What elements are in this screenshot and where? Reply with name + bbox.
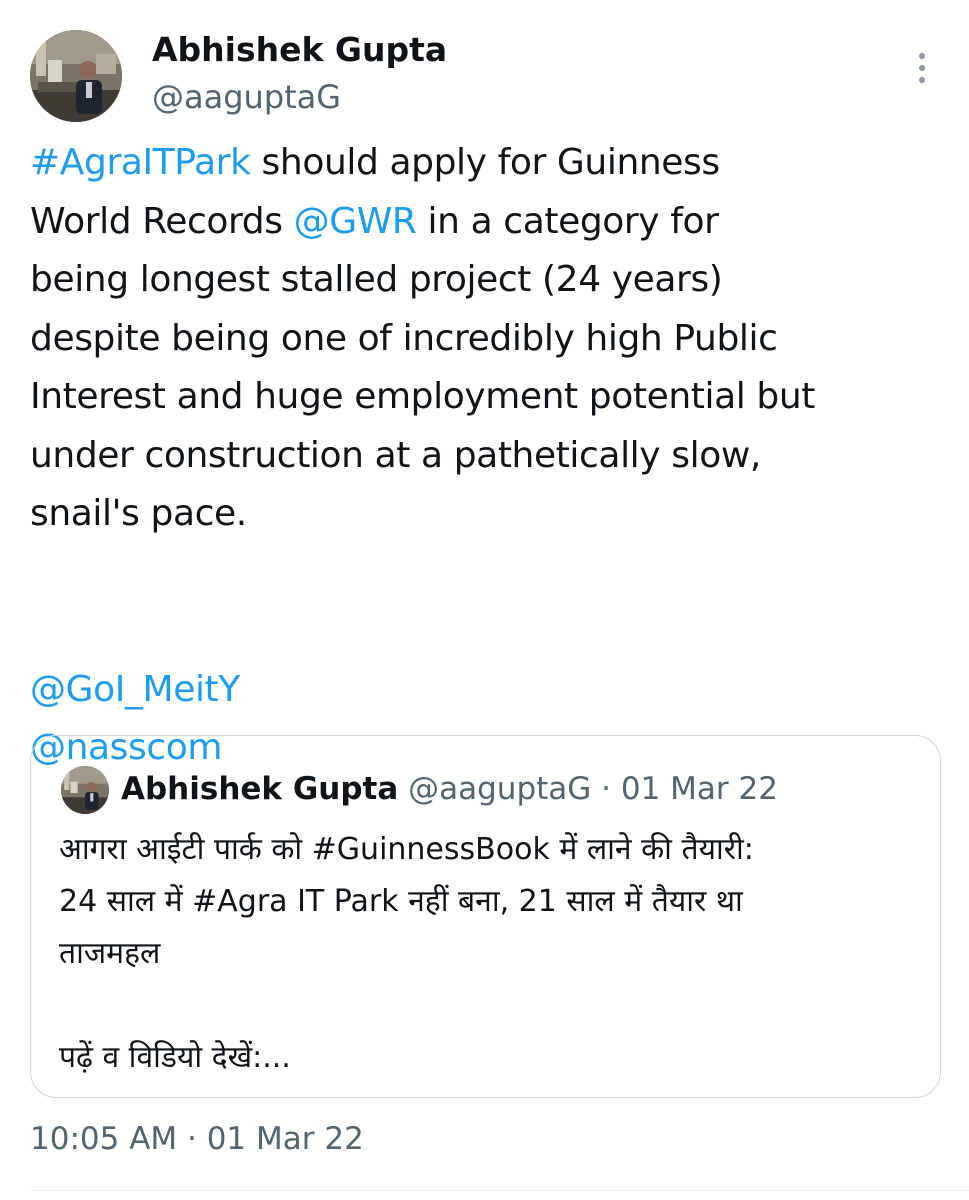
author-handle[interactable]: @aaguptaG	[152, 76, 341, 118]
tweet-text-line: Interest and huge employment potential b…	[30, 368, 950, 427]
tweet-text: #AgraITPark should apply for Guinness Wor…	[30, 134, 950, 778]
quoted-text-read-more: पढ़ें व विडियो देखें:...	[59, 1040, 291, 1075]
more-vertical-icon[interactable]	[908, 48, 936, 88]
quoted-text-line: ताजमहल	[59, 936, 161, 971]
tweet-text-segment: snail's pace.	[30, 493, 247, 534]
more-dot	[919, 77, 925, 83]
more-dot	[919, 65, 925, 71]
hashtag-link[interactable]: #AgraITPark	[30, 142, 251, 183]
tweet: Abhishek Gupta @aaguptaG #AgraITPark sho…	[0, 0, 969, 1200]
tweet-text-line: despite being one of incredibly high Pub…	[30, 310, 950, 369]
avatar-photo	[61, 766, 109, 814]
tweet-text-line: #AgraITPark should apply for Guinness	[30, 134, 950, 193]
tweet-text-segment: under construction at a pathetically slo…	[30, 434, 761, 476]
quoted-text-line: 24 साल में #Agra IT Park नहीं बना, 21 सा…	[59, 884, 743, 919]
tweet-text-segment: in a category for	[416, 200, 719, 242]
divider	[30, 1190, 969, 1191]
tweet-timestamp[interactable]: 10:05 AM · 01 Mar 22	[30, 1118, 364, 1160]
author-name[interactable]: Abhishek Gupta	[152, 28, 447, 72]
tweet-text-segment: Interest and huge employment potential b…	[30, 376, 815, 417]
author-avatar[interactable]	[30, 30, 122, 122]
quoted-tweet-header: Abhishek Gupta @aaguptaG · 01 Mar 22	[121, 768, 778, 810]
quoted-author-handle: @aaguptaG	[408, 771, 591, 807]
quoted-text-line: आगरा आईटी पार्क को #GuinnessBook में लान…	[59, 832, 754, 867]
mention-link[interactable]: @GoI_MeitY	[30, 661, 950, 720]
quoted-tweet-card[interactable]: Abhishek Gupta @aaguptaG · 01 Mar 22 आगर…	[30, 735, 941, 1098]
mention-link[interactable]: @GWR	[294, 201, 417, 242]
tweet-text-segment: despite being one of incredibly high Pub…	[30, 317, 778, 359]
tweet-text-segment: should apply for Guinness	[250, 142, 721, 183]
tweet-text-line: under construction at a pathetically slo…	[30, 427, 950, 486]
tweet-text-line: World Records @GWR in a category for	[30, 193, 950, 252]
avatar-photo	[30, 30, 122, 122]
quoted-date: 01 Mar 22	[620, 771, 778, 807]
quoted-author-avatar	[61, 766, 109, 814]
tweet-text-line: snail's pace.	[30, 485, 950, 544]
tweet-text-segment: World Records	[30, 200, 294, 242]
quoted-handle-text: @aaguptaG	[408, 771, 592, 807]
quoted-author-name: Abhishek Gupta	[121, 771, 399, 807]
tweet-text-segment: being longest stalled project (24 years)	[30, 259, 723, 300]
quoted-tweet-text: आगरा आईटी पार्क को #GuinnessBook में लान…	[59, 824, 919, 1084]
quoted-separator: ·	[591, 771, 621, 807]
tweet-text-line: being longest stalled project (24 years)	[30, 251, 950, 310]
more-dot	[919, 53, 925, 59]
